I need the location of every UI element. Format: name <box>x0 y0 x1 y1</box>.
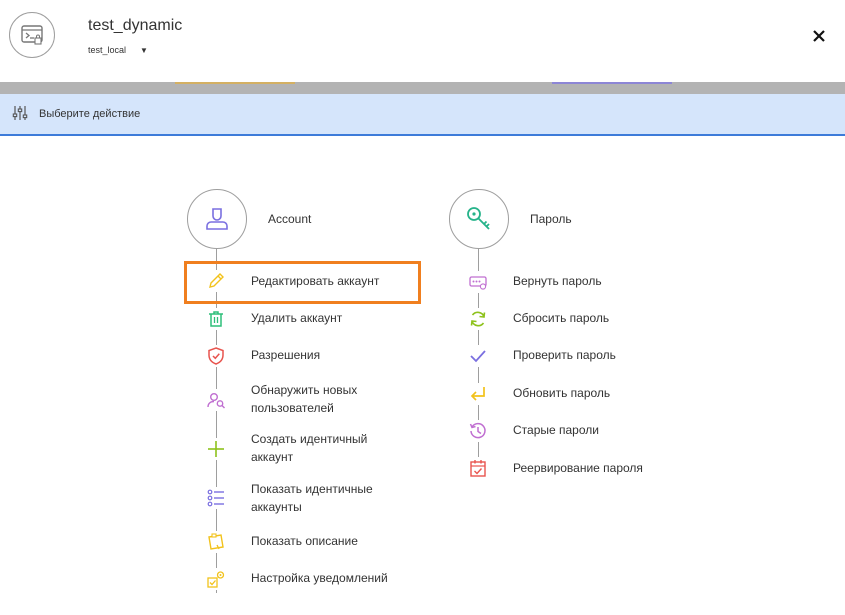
selected-item-highlight <box>184 261 421 304</box>
account-item-notification-settings[interactable]: Настройка уведомлений <box>251 569 388 587</box>
list-icon <box>205 487 227 509</box>
page-title: test_dynamic <box>88 17 183 34</box>
password-group-title: Пароль <box>530 212 572 226</box>
caret-down-icon[interactable]: ▼ <box>140 46 148 55</box>
account-item-create-identical[interactable]: Создать идентичный аккаунт <box>251 430 401 466</box>
trash-icon <box>205 308 227 330</box>
account-item-show-identical[interactable]: Показать идентичные аккаунты <box>251 480 401 516</box>
account-item-show-description[interactable]: Показать описание <box>251 532 358 550</box>
dialog-header: test_dynamic test_local ▼ <box>0 0 845 82</box>
note-icon <box>205 531 227 553</box>
password-group-icon <box>449 189 509 249</box>
account-group-title: Account <box>268 212 312 226</box>
return-arrow-icon <box>467 383 489 405</box>
key-icon <box>467 207 490 230</box>
password-item-restore[interactable]: Вернуть пароль <box>513 272 602 290</box>
sliders-icon <box>12 106 28 120</box>
password-item-verify[interactable]: Проверить пароль <box>513 346 616 364</box>
user-search-icon <box>205 389 227 411</box>
background-overlay <box>0 82 845 94</box>
action-bar: Выберите действие <box>0 94 845 136</box>
history-icon <box>467 420 489 442</box>
notification-settings-icon <box>205 568 227 590</box>
connection-selector[interactable]: test_local ▼ <box>88 45 148 55</box>
plus-icon <box>205 438 227 460</box>
refresh-icon <box>467 308 489 330</box>
password-item-update[interactable]: Обновить пароль <box>513 384 610 402</box>
account-item-discover-users[interactable]: Обнаружить новых пользователей <box>251 381 401 417</box>
account-item-permissions[interactable]: Разрешения <box>251 346 320 364</box>
shield-icon <box>205 345 227 367</box>
close-icon[interactable] <box>812 29 826 43</box>
account-group-icon <box>187 189 247 249</box>
password-field-icon <box>467 271 489 293</box>
terminal-icon <box>9 12 55 58</box>
close-button[interactable] <box>809 26 829 46</box>
connection-name: test_local <box>88 45 127 55</box>
calendar-check-icon <box>467 457 489 479</box>
password-item-reservation[interactable]: Реервирование пароля <box>513 459 643 477</box>
password-item-old[interactable]: Старые пароли <box>513 421 599 439</box>
password-item-reset[interactable]: Сбросить пароль <box>513 309 609 327</box>
account-item-delete[interactable]: Удалить аккаунт <box>251 309 342 327</box>
check-icon <box>467 345 489 367</box>
action-bar-label: Выберите действие <box>39 108 141 120</box>
user-icon <box>206 208 228 230</box>
